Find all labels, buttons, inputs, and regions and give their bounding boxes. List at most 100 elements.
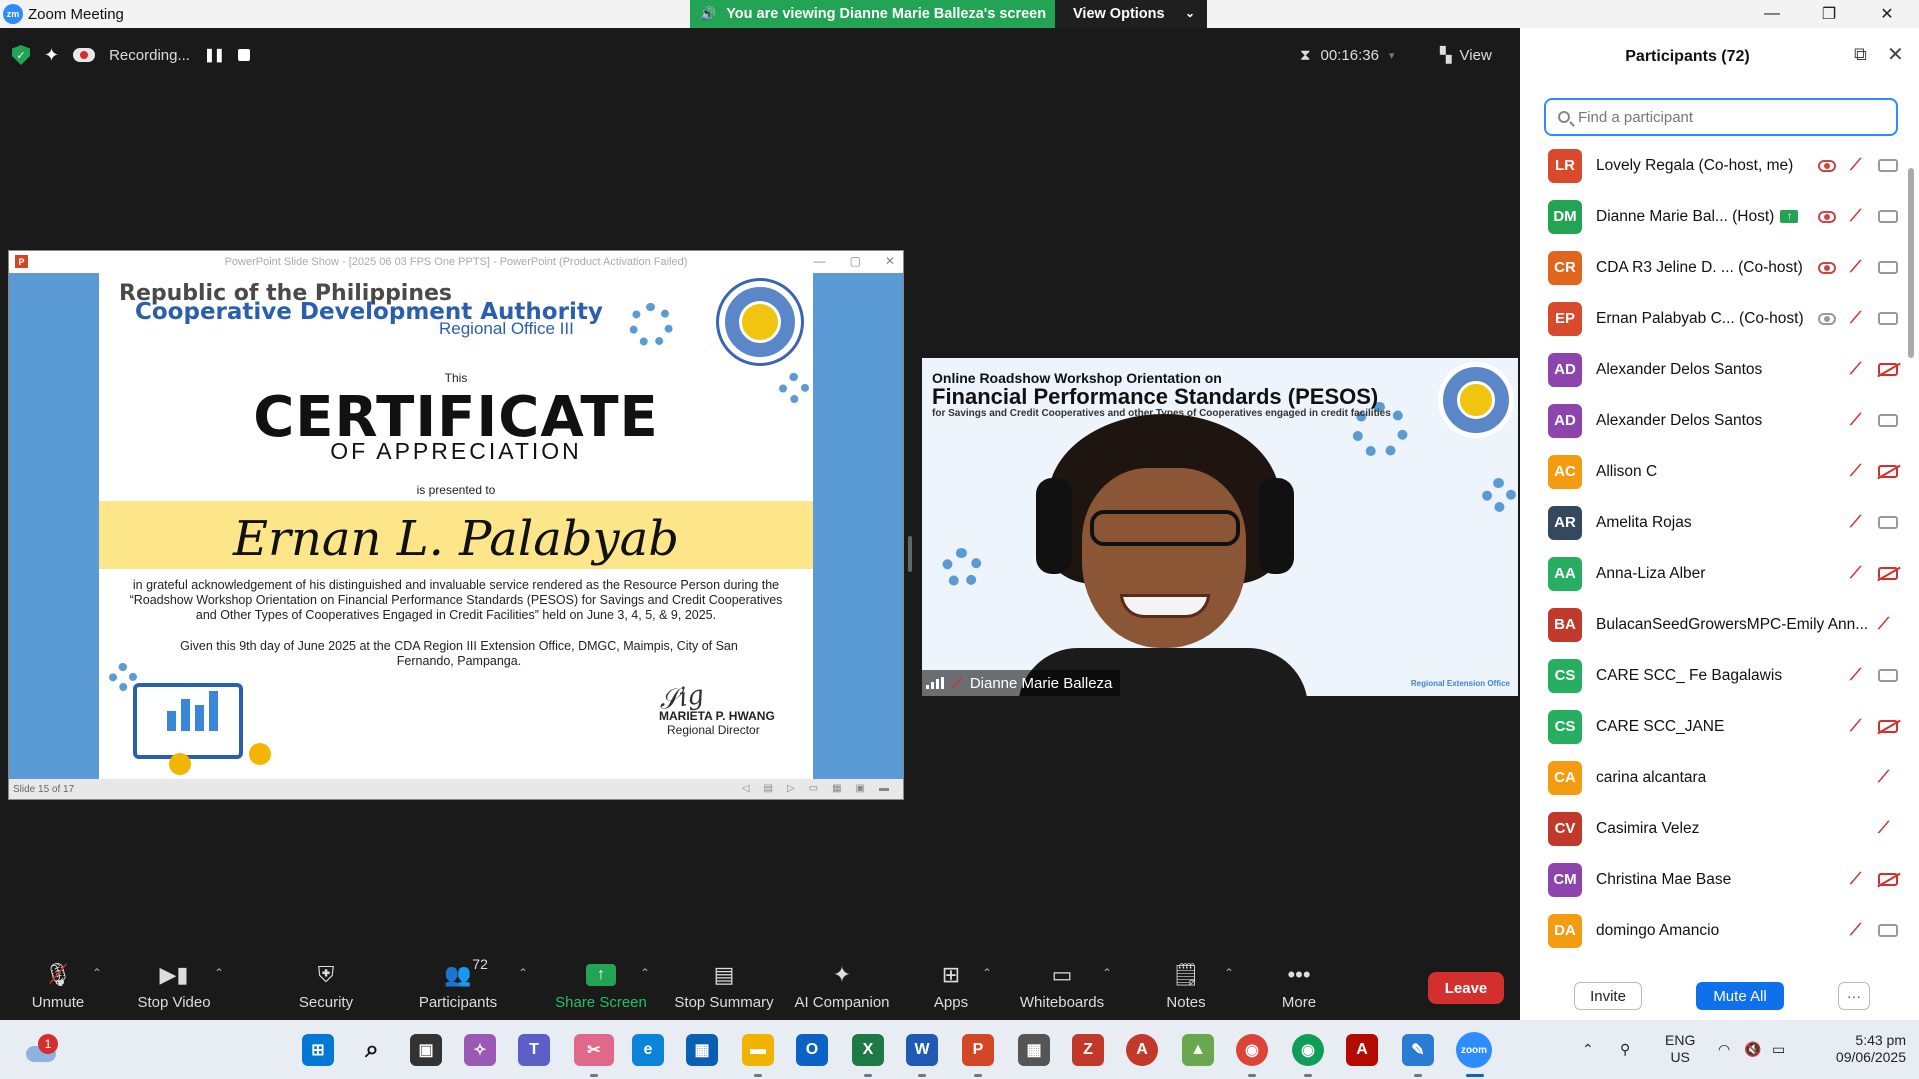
mic-muted-icon[interactable]: ⟋ xyxy=(1850,922,1861,940)
participant-search[interactable] xyxy=(1544,98,1898,136)
stop-summary-button[interactable]: ▤ Stop Summary xyxy=(670,960,778,1018)
mic-muted-icon[interactable]: ⟋ xyxy=(1850,565,1861,583)
powerpoint-icon[interactable]: P xyxy=(962,1034,994,1066)
participant-row[interactable]: AR Amelita Rojas ⟋ xyxy=(1520,497,1902,548)
pause-recording-icon[interactable]: ❚❚ xyxy=(204,47,225,63)
timer-caret-icon[interactable]: ▾ xyxy=(1389,49,1395,62)
video-off-icon[interactable] xyxy=(1878,363,1898,376)
word-icon[interactable]: W xyxy=(906,1034,938,1066)
participant-list-scrollbar[interactable] xyxy=(1907,140,1915,980)
security-button[interactable]: ⛨ Security xyxy=(290,960,362,1018)
participant-row[interactable]: AD Alexander Delos Santos ⟋ xyxy=(1520,395,1902,446)
participant-row[interactable]: AD Alexander Delos Santos ⟋ xyxy=(1520,344,1902,395)
video-off-icon[interactable] xyxy=(1878,567,1898,580)
mic-muted-icon[interactable]: ⟋ xyxy=(1878,616,1889,634)
view-button[interactable]: ▚ View xyxy=(1440,42,1492,68)
video-camera-icon[interactable] xyxy=(1878,924,1898,937)
audio-options-caret-icon[interactable]: ⌃ xyxy=(92,966,102,980)
participant-row[interactable]: CS CARE SCC_JANE ⟋ xyxy=(1520,701,1902,752)
mic-muted-icon[interactable]: ⟋ xyxy=(1850,208,1861,226)
ai-companion-button[interactable]: ✦ AI Companion xyxy=(790,960,894,1018)
show-hidden-icons[interactable]: ⌃ xyxy=(1582,1020,1594,1079)
video-off-icon[interactable] xyxy=(1878,465,1898,478)
participant-row[interactable]: CV Casimira Velez ⟋ xyxy=(1520,803,1902,854)
mic-muted-icon[interactable]: ⟋ xyxy=(1850,412,1861,430)
teams-icon[interactable]: T xyxy=(518,1034,550,1066)
participants-button[interactable]: 👥 72 Participants xyxy=(412,956,504,1018)
participant-row[interactable]: CR CDA R3 Jeline D. ... (Co-host) ⟋ xyxy=(1520,242,1902,293)
notes-button[interactable]: 🗒 Notes xyxy=(1160,960,1212,1018)
stop-recording-icon[interactable] xyxy=(237,49,250,61)
video-options-caret-icon[interactable]: ⌃ xyxy=(214,966,224,980)
mic-muted-icon[interactable]: ⟋ xyxy=(1850,718,1861,736)
zoom-icon[interactable]: zoom xyxy=(1456,1032,1492,1068)
popout-icon[interactable]: ⧉ xyxy=(1854,44,1867,65)
mic-muted-icon[interactable]: ⟋ xyxy=(1878,820,1889,838)
system-clock[interactable]: 5:43 pm 09/06/2025 xyxy=(1810,1032,1906,1066)
notes-caret-icon[interactable]: ⌃ xyxy=(1224,966,1234,980)
store-icon[interactable]: ▦ xyxy=(686,1034,718,1066)
more-button[interactable]: ••• More xyxy=(1276,960,1322,1018)
acrobat-reader-icon[interactable]: A xyxy=(1126,1034,1158,1066)
participant-row[interactable]: CM Christina Mae Base ⟋ xyxy=(1520,854,1902,905)
panel-more-button[interactable]: ··· xyxy=(1838,982,1870,1010)
acrobat-icon[interactable]: A xyxy=(1346,1034,1378,1066)
participant-row[interactable]: CS CARE SCC_ Fe Bagalawis ⟋ xyxy=(1520,650,1902,701)
volume-muted-icon[interactable]: 🔇 xyxy=(1744,1020,1761,1079)
mic-muted-icon[interactable]: ⟋ xyxy=(1850,463,1861,481)
excel-icon[interactable]: X xyxy=(852,1034,884,1066)
mic-muted-icon[interactable]: ⟋ xyxy=(1878,769,1889,787)
participant-row[interactable]: EP Ernan Palabyab C... (Co-host) ⟋ xyxy=(1520,293,1902,344)
participant-row[interactable]: AC Allison C ⟋ xyxy=(1520,446,1902,497)
view-options-button[interactable]: View Options ⌄ xyxy=(1055,0,1207,28)
paint-icon[interactable]: ✎ xyxy=(1402,1034,1434,1066)
video-off-icon[interactable] xyxy=(1878,873,1898,886)
video-off-icon[interactable] xyxy=(1878,720,1898,733)
stop-video-button[interactable]: ▶▮ Stop Video xyxy=(134,960,214,1018)
mic-muted-icon[interactable]: ⟋ xyxy=(1850,361,1861,379)
search-input[interactable] xyxy=(1578,108,1878,126)
copilot-icon[interactable]: ✧ xyxy=(464,1034,496,1066)
edge-icon[interactable]: e xyxy=(632,1034,664,1066)
mute-all-button[interactable]: Mute All xyxy=(1696,982,1784,1010)
speaker-video-tile[interactable]: Online Roadshow Workshop Orientation on … xyxy=(922,358,1518,696)
search-icon[interactable]: ⌕ xyxy=(356,1034,388,1066)
share-screen-button[interactable]: ↑ Share Screen xyxy=(552,960,650,1018)
mic-muted-icon[interactable]: ⟋ xyxy=(1850,157,1861,175)
weather-widget-icon[interactable]: 1 xyxy=(24,1034,58,1066)
ai-sparkle-icon[interactable]: ✦ xyxy=(44,45,59,66)
apps-button[interactable]: ⊞ Apps xyxy=(928,960,974,1018)
participant-row[interactable]: AA Anna-Liza Alber ⟋ xyxy=(1520,548,1902,599)
video-camera-icon[interactable] xyxy=(1878,261,1898,274)
video-camera-icon[interactable] xyxy=(1878,414,1898,427)
calculator-icon[interactable]: ▦ xyxy=(1018,1034,1050,1066)
filezilla-icon[interactable]: Z xyxy=(1072,1034,1104,1066)
leave-button[interactable]: Leave xyxy=(1428,972,1504,1004)
participant-row[interactable]: BA BulacanSeedGrowersMPC-Emily Ann... ⟋ xyxy=(1520,599,1902,650)
participant-row[interactable]: DM Dianne Marie Bal... (Host) ↑ ⟋ xyxy=(1520,191,1902,242)
invite-button[interactable]: Invite xyxy=(1574,982,1642,1010)
network-activity-icon[interactable]: ⚲ xyxy=(1620,1020,1630,1079)
mic-muted-icon[interactable]: ⟋ xyxy=(1850,514,1861,532)
mic-muted-icon[interactable]: ⟋ xyxy=(1850,871,1861,889)
meeting-timer[interactable]: ⧗ 00:16:36 ▾ xyxy=(1300,42,1394,68)
file-explorer-icon[interactable]: ▬ xyxy=(742,1034,774,1066)
video-camera-icon[interactable] xyxy=(1878,210,1898,223)
video-camera-icon[interactable] xyxy=(1878,159,1898,172)
mic-muted-icon[interactable]: ⟋ xyxy=(1850,310,1861,328)
mic-muted-icon[interactable]: ⟋ xyxy=(1850,667,1861,685)
snipping-tool-icon[interactable]: ✂ xyxy=(574,1034,614,1066)
task-view-icon[interactable]: ▣ xyxy=(410,1034,442,1066)
wifi-icon[interactable]: ◠ xyxy=(1718,1020,1730,1079)
encryption-shield-icon[interactable]: ✓ xyxy=(12,45,30,65)
split-resize-handle[interactable] xyxy=(908,536,912,572)
video-camera-icon[interactable] xyxy=(1878,516,1898,529)
close-button[interactable]: ✕ xyxy=(1858,0,1916,28)
shared-screen[interactable]: P PowerPoint Slide Show - [2025 06 03 FP… xyxy=(8,250,904,800)
close-icon[interactable]: ✕ xyxy=(1887,42,1904,67)
apps-caret-icon[interactable]: ⌃ xyxy=(982,966,992,980)
chrome-icon[interactable]: ◉ xyxy=(1236,1034,1268,1066)
battery-icon[interactable]: ▭ xyxy=(1772,1020,1785,1079)
chrome-profile-icon[interactable]: ◉ xyxy=(1292,1034,1324,1066)
windows-start-icon[interactable]: ⊞ xyxy=(302,1034,334,1066)
